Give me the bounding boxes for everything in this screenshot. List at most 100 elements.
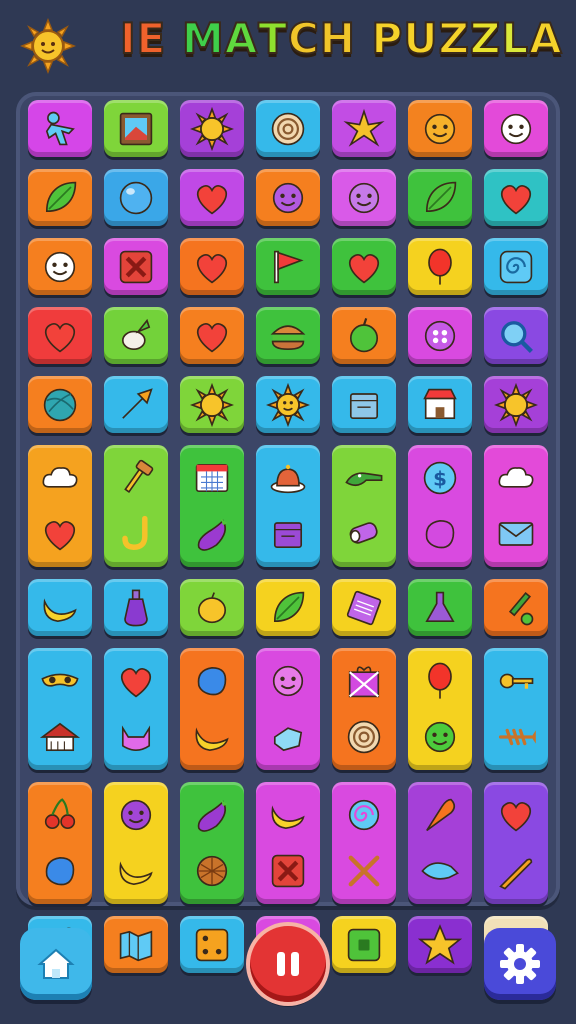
game-tile[interactable] (180, 579, 244, 636)
heart-icon (196, 322, 228, 352)
fish-bone-icon (498, 728, 536, 746)
title-letter (356, 14, 372, 63)
game-tile[interactable] (332, 445, 396, 567)
game-tile[interactable] (256, 782, 320, 904)
game-tile[interactable] (332, 648, 396, 770)
game-tile[interactable] (28, 579, 92, 636)
heart-icon (120, 667, 152, 698)
game-tile[interactable] (104, 307, 168, 364)
game-tile[interactable] (256, 445, 320, 567)
lemon-icon (197, 591, 227, 623)
spiral-disc-icon (271, 112, 305, 145)
game-tile[interactable] (180, 307, 244, 364)
game-tile[interactable] (408, 916, 472, 973)
game-tile[interactable] (332, 782, 396, 904)
game-tile[interactable] (256, 648, 320, 770)
swirl-icon (499, 250, 533, 283)
game-tile[interactable] (484, 307, 548, 364)
game-tile[interactable] (28, 648, 92, 770)
pause-button[interactable] (250, 926, 326, 1002)
button-icon (424, 320, 456, 351)
sun-icon (20, 18, 76, 74)
game-tile[interactable] (484, 782, 548, 904)
game-tile[interactable] (180, 238, 244, 295)
game-tile[interactable] (332, 307, 396, 364)
game-tile[interactable] (104, 238, 168, 295)
game-tile[interactable] (180, 445, 244, 567)
game-tile[interactable] (180, 916, 244, 973)
gear-icon (500, 944, 540, 984)
heart-icon (196, 253, 228, 283)
eggplant-icon (197, 799, 228, 832)
game-tile[interactable] (104, 579, 168, 636)
game-tile[interactable] (256, 307, 320, 364)
hook-icon (122, 515, 148, 550)
game-tile[interactable] (484, 579, 548, 636)
game-tile[interactable] (28, 782, 92, 904)
blue-blob-icon (45, 857, 75, 886)
game-tile[interactable] (104, 916, 168, 973)
game-tile[interactable] (104, 648, 168, 770)
game-tile[interactable] (28, 169, 92, 226)
brush-icon (508, 591, 534, 625)
heart-icon (196, 184, 228, 214)
game-tile[interactable] (256, 169, 320, 226)
game-tile[interactable] (28, 100, 92, 157)
game-tile[interactable] (408, 238, 472, 295)
game-tile[interactable] (332, 169, 396, 226)
game-tile[interactable] (180, 376, 244, 433)
game-tile[interactable] (332, 100, 396, 157)
game-tile[interactable] (104, 782, 168, 904)
heart-icon (348, 253, 380, 283)
title-letter: T (257, 13, 288, 64)
starfish-icon (343, 108, 385, 147)
game-tile[interactable] (332, 916, 396, 973)
game-tile[interactable] (180, 648, 244, 770)
game-tile[interactable] (484, 648, 548, 770)
game-tile[interactable] (28, 445, 92, 567)
x-mark-icon (271, 854, 305, 888)
sun-icon (190, 106, 234, 151)
game-tile[interactable] (180, 100, 244, 157)
game-tile[interactable] (408, 169, 472, 226)
blue-blob-icon (197, 666, 227, 696)
game-tile[interactable] (408, 648, 472, 770)
game-tile[interactable] (332, 238, 396, 295)
carrot-icon (426, 798, 456, 832)
snowman-face-icon (500, 113, 532, 144)
game-tile[interactable] (408, 376, 472, 433)
settings-button[interactable] (484, 928, 556, 1000)
game-tile[interactable] (180, 169, 244, 226)
game-tile[interactable] (104, 100, 168, 157)
game-tile[interactable] (484, 100, 548, 157)
game-tile[interactable] (256, 100, 320, 157)
game-tile[interactable] (256, 238, 320, 295)
game-tile[interactable] (104, 445, 168, 567)
header: IE MATCH PUZZLA (0, 0, 576, 88)
game-tile[interactable] (180, 782, 244, 904)
game-tile[interactable] (104, 376, 168, 433)
game-tile[interactable] (484, 376, 548, 433)
game-tile[interactable] (28, 238, 92, 295)
game-tile[interactable] (28, 307, 92, 364)
game-tile[interactable] (484, 238, 548, 295)
game-tile[interactable] (104, 169, 168, 226)
banana-icon (43, 597, 77, 622)
purple-blob-face-icon (272, 182, 304, 213)
banana-icon (195, 727, 229, 752)
game-tile[interactable] (408, 579, 472, 636)
game-tile[interactable] (256, 579, 320, 636)
title-letter: U (402, 13, 439, 64)
game-tile[interactable] (484, 169, 548, 226)
game-tile[interactable] (484, 445, 548, 567)
game-tile[interactable]: $ (408, 445, 472, 567)
game-tile[interactable] (408, 100, 472, 157)
tube-icon (349, 522, 378, 544)
game-tile[interactable] (408, 307, 472, 364)
home-button[interactable] (20, 928, 92, 1000)
game-tile[interactable] (332, 579, 396, 636)
game-tile[interactable] (256, 376, 320, 433)
game-tile[interactable] (28, 376, 92, 433)
game-tile[interactable] (408, 782, 472, 904)
game-tile[interactable] (332, 376, 396, 433)
